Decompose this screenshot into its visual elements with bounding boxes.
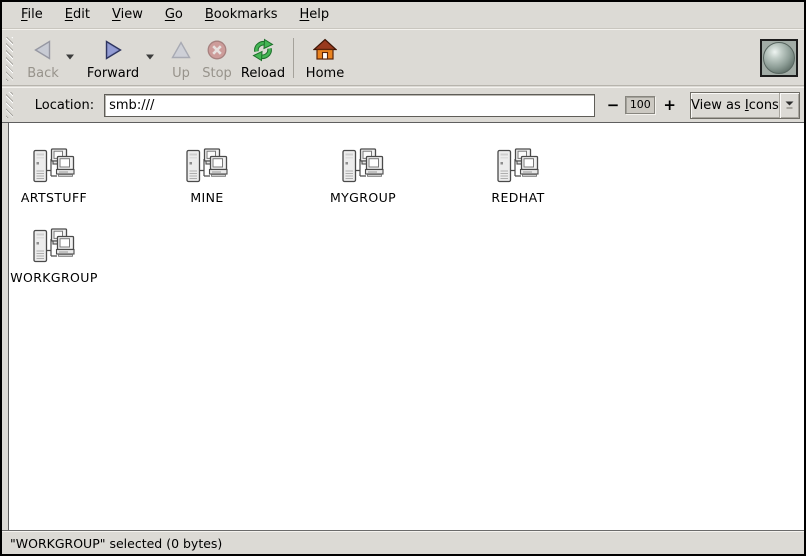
location-input[interactable] [104, 94, 595, 117]
reload-button[interactable]: Reload [237, 37, 289, 81]
back-label: Back [27, 66, 59, 81]
file-manager-window: File Edit View Go Bookmarks Help Back Fo… [0, 0, 806, 556]
view-as-dropdown[interactable]: View as Icons [690, 92, 800, 119]
status-bar: "WORKGROUP" selected (0 bytes) [2, 531, 804, 554]
icon-item-mygroup[interactable]: MYGROUP [318, 147, 408, 205]
home-button[interactable]: Home [301, 37, 349, 81]
forward-label: Forward [87, 66, 139, 81]
menu-view[interactable]: View [101, 2, 154, 28]
workgroup-icon [496, 147, 540, 187]
home-label: Home [306, 66, 344, 81]
toolbar-separator [293, 38, 294, 78]
menu-help[interactable]: Help [289, 2, 341, 28]
icon-item-redhat[interactable]: REDHAT [473, 147, 563, 205]
status-text: "WORKGROUP" selected (0 bytes) [10, 536, 222, 551]
workgroup-icon [341, 147, 385, 187]
zoom-level-indicator[interactable]: 100 [625, 96, 655, 114]
location-bar: Location: − 100 + View as Icons [2, 87, 804, 122]
icon-label: MYGROUP [330, 190, 396, 205]
workgroup-icon [32, 147, 76, 187]
menu-edit[interactable]: Edit [54, 2, 101, 28]
menu-file[interactable]: File [10, 2, 54, 28]
reload-icon [251, 38, 275, 62]
throbber-globe-icon [763, 42, 795, 74]
up-label: Up [172, 66, 190, 81]
icon-label: MINE [190, 190, 223, 205]
stop-label: Stop [202, 66, 232, 81]
toolbar: Back Forward Up Stop [2, 29, 804, 86]
stop-icon [205, 38, 229, 62]
menu-bar: File Edit View Go Bookmarks Help [2, 2, 804, 29]
home-icon [313, 38, 337, 62]
icon-item-artstuff[interactable]: ARTSTUFF [9, 147, 99, 205]
icon-view[interactable]: ARTSTUFF MINE MYGROUP REDHAT WORKGROUP [8, 123, 804, 530]
workgroup-icon [32, 227, 76, 267]
up-icon [169, 38, 193, 62]
up-button[interactable]: Up [165, 37, 197, 81]
forward-icon [101, 38, 125, 62]
back-button[interactable]: Back [23, 37, 63, 81]
zoom-in-button[interactable]: + [663, 96, 676, 114]
icon-item-mine[interactable]: MINE [162, 147, 252, 205]
back-history-dropdown-icon[interactable] [63, 54, 77, 60]
stop-button[interactable]: Stop [197, 37, 237, 81]
icon-label: WORKGROUP [10, 270, 98, 285]
icon-label: ARTSTUFF [21, 190, 87, 205]
workgroup-icon [185, 147, 229, 187]
back-icon [31, 38, 55, 62]
toolbar-drag-handle[interactable] [6, 37, 13, 81]
location-bar-drag-handle[interactable] [6, 92, 13, 118]
location-label: Location: [35, 98, 94, 113]
throbber [760, 39, 798, 77]
content-frame: ARTSTUFF MINE MYGROUP REDHAT WORKGROUP [2, 122, 804, 531]
forward-history-dropdown-icon[interactable] [143, 54, 157, 60]
view-as-arrow-icon[interactable] [779, 93, 799, 118]
view-as-label: View as Icons [691, 98, 779, 113]
icon-label: REDHAT [491, 190, 544, 205]
forward-button[interactable]: Forward [83, 37, 143, 81]
zoom-out-button[interactable]: − [607, 96, 620, 114]
menu-bookmarks[interactable]: Bookmarks [194, 2, 289, 28]
icon-item-workgroup[interactable]: WORKGROUP [9, 227, 99, 285]
reload-label: Reload [241, 66, 285, 81]
menu-go[interactable]: Go [154, 2, 194, 28]
